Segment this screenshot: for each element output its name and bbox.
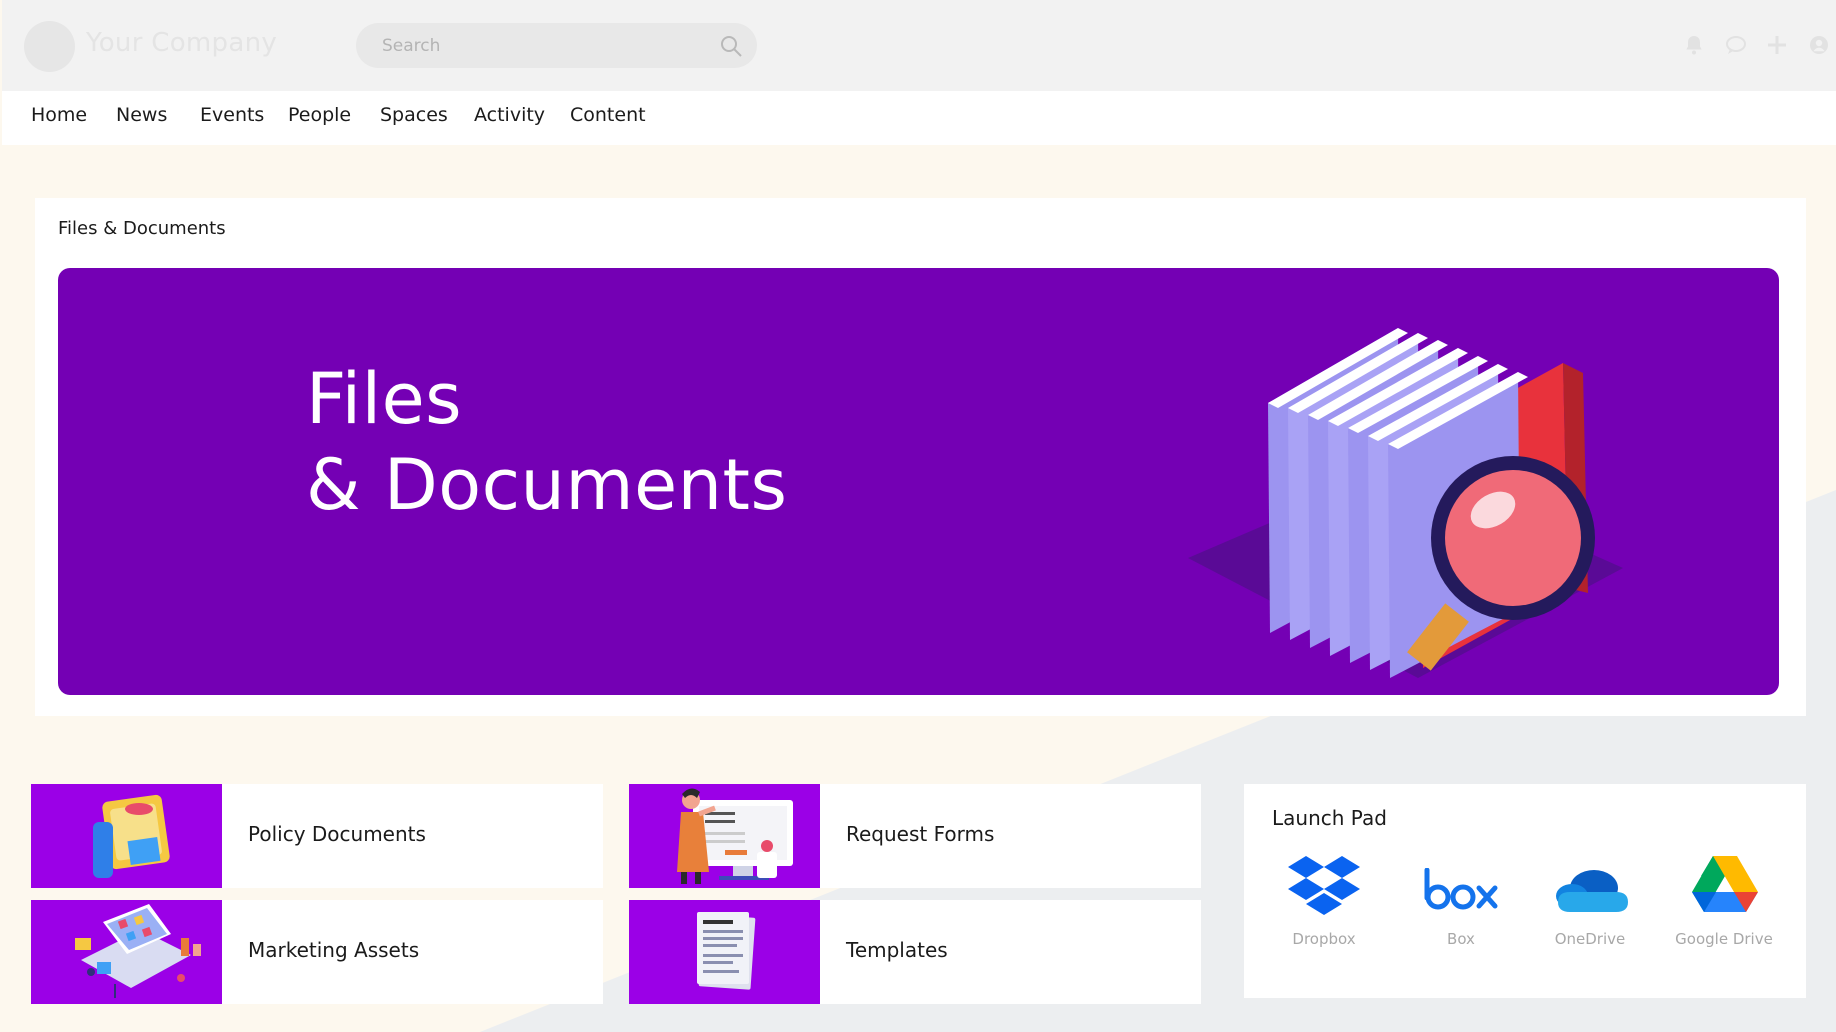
launch-onedrive[interactable]: OneDrive <box>1530 854 1650 964</box>
request-forms-thumbnail <box>629 784 820 888</box>
tile-label: Marketing Assets <box>248 938 420 962</box>
user-icon[interactable] <box>1807 33 1831 57</box>
launch-pad: Launch Pad Dropbox Box OneDrive Google D… <box>1244 784 1806 998</box>
banner-title-line-2: & Documents <box>306 444 788 526</box>
tile-marketing-assets[interactable]: Marketing Assets <box>31 900 603 1004</box>
launch-pad-title: Launch Pad <box>1272 806 1387 830</box>
tile-templates[interactable]: Templates <box>629 900 1201 1004</box>
tile-request-forms[interactable]: Request Forms <box>629 784 1201 888</box>
nav-item-spaces[interactable]: Spaces <box>380 104 448 126</box>
banner-title-line-1: Files <box>306 358 463 440</box>
tile-label: Policy Documents <box>248 822 426 846</box>
chat-icon[interactable] <box>1724 33 1748 57</box>
templates-icon <box>697 912 756 990</box>
nav-item-content[interactable]: Content <box>570 104 646 126</box>
search-bar <box>356 23 757 68</box>
nav-item-people[interactable]: People <box>288 104 351 126</box>
plus-icon[interactable] <box>1765 33 1789 57</box>
app-label: Dropbox <box>1292 930 1356 948</box>
launch-dropbox[interactable]: Dropbox <box>1264 854 1384 964</box>
box-icon <box>1424 868 1498 910</box>
search-icon[interactable] <box>719 34 743 58</box>
folders-magnifier-illustration <box>1188 328 1623 678</box>
top-header: Your Company <box>2 0 1836 91</box>
nav-item-home[interactable]: Home <box>31 104 87 126</box>
company-logo[interactable] <box>24 21 75 72</box>
main-nav: Home News Events People Spaces Activity … <box>2 91 1836 145</box>
nav-item-events[interactable]: Events <box>200 104 264 126</box>
section-title: Files & Documents <box>58 218 226 239</box>
nav-item-news[interactable]: News <box>116 104 167 126</box>
policy-documents-icon <box>93 794 170 878</box>
tile-policy-documents[interactable]: Policy Documents <box>31 784 603 888</box>
dropbox-icon <box>1288 856 1360 915</box>
hero-banner: Files & Documents <box>58 268 1779 695</box>
app-label: OneDrive <box>1554 930 1626 948</box>
request-forms-icon <box>677 788 793 884</box>
templates-thumbnail <box>629 900 820 1004</box>
bell-icon[interactable] <box>1682 33 1706 57</box>
tile-label: Request Forms <box>846 822 995 846</box>
search-input[interactable] <box>356 23 696 68</box>
tile-label: Templates <box>846 938 948 962</box>
marketing-assets-icon <box>75 904 201 998</box>
onedrive-icon <box>1556 870 1628 912</box>
launch-google-drive[interactable]: Google Drive <box>1664 854 1784 964</box>
nav-item-activity[interactable]: Activity <box>474 104 545 126</box>
marketing-assets-thumbnail <box>31 900 222 1004</box>
app-label: Google Drive <box>1675 930 1773 948</box>
policy-documents-thumbnail <box>31 784 222 888</box>
launch-box[interactable]: Box <box>1401 854 1521 964</box>
company-name[interactable]: Your Company <box>86 28 277 58</box>
files-documents-section: Files & Documents Files & Documents <box>35 198 1806 716</box>
app-label: Box <box>1447 930 1475 948</box>
google-drive-icon <box>1692 856 1758 912</box>
